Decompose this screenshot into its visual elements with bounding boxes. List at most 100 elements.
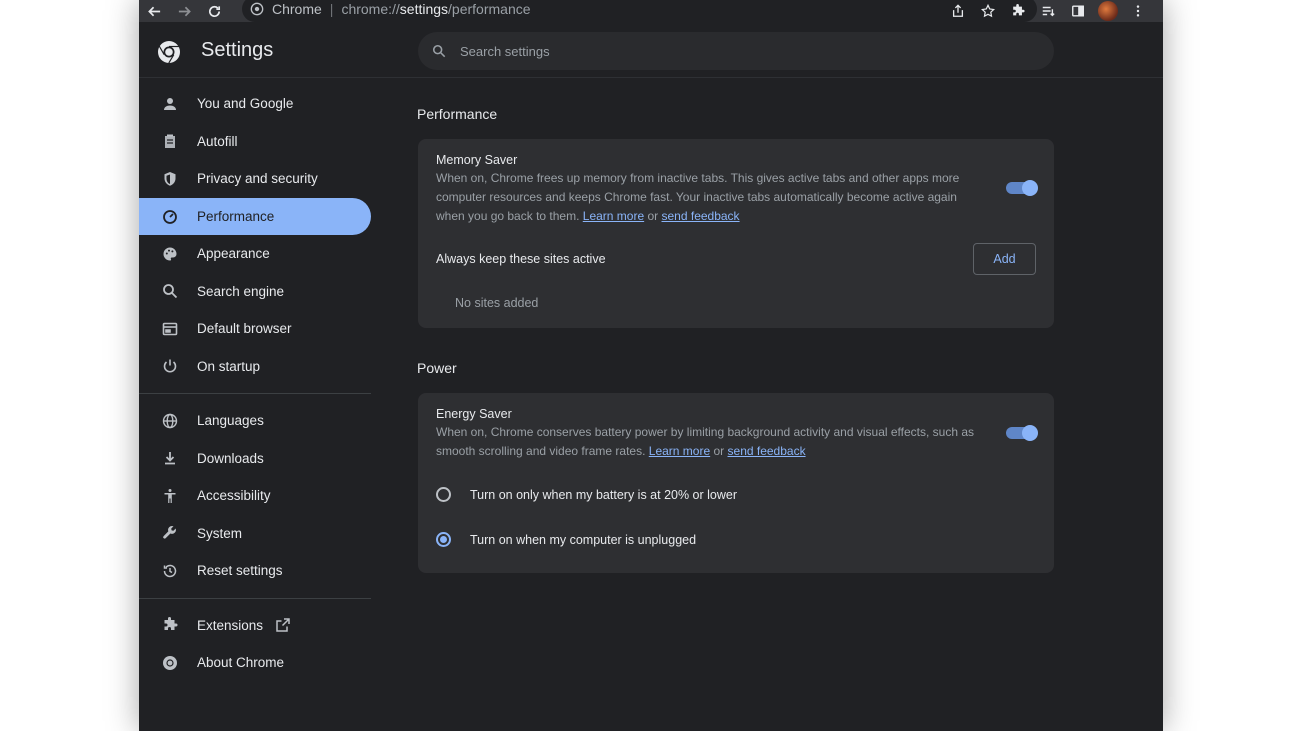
learn-more-link[interactable]: Learn more [649,444,710,458]
energy-saver-description: When on, Chrome conserves battery power … [436,423,986,461]
back-arrow-icon[interactable] [139,0,169,22]
clipboard-icon [161,132,179,150]
palette-icon [161,245,179,263]
toggle-knob [1022,425,1038,441]
external-link-icon [276,618,290,632]
search-input[interactable] [460,43,960,59]
radio-option-unplugged[interactable]: Turn on when my computer is unplugged [436,532,696,547]
sidebar-item-autofill[interactable]: Autofill [139,123,371,161]
puzzle-icon [161,616,179,634]
shield-icon [161,170,179,188]
toggle-knob [1022,180,1038,196]
sidebar-item-label: Downloads [197,450,264,466]
sidebar-item-label: Default browser [197,321,292,337]
sidebar-item-label: On startup [197,358,261,374]
sidebar-item-label: Performance [197,208,275,224]
sidebar-item-accessibility[interactable]: Accessibility [139,477,371,515]
memory-saver-description: When on, Chrome frees up memory from ina… [436,169,986,226]
sidebar-item-extensions[interactable]: Extensions [139,607,371,645]
sidebar-item-label: Privacy and security [197,171,318,187]
person-icon [161,95,179,113]
memory-saver-title: Memory Saver [436,153,518,167]
sidebar-item-reset-settings[interactable]: Reset settings [139,552,371,590]
reload-icon[interactable] [199,0,229,22]
avatar [1098,1,1118,21]
menu-icon[interactable] [1123,0,1153,22]
globe-icon [161,412,179,430]
sidebar-divider [139,597,371,599]
wrench-icon [161,524,179,542]
reading-list-icon[interactable] [1033,0,1063,22]
sidebar-item-appearance[interactable]: Appearance [139,235,371,273]
description-line: computer resources and keeps Chrome fast… [436,190,957,204]
send-feedback-link[interactable]: send feedback [728,444,806,458]
browser-window: Chrome | chrome://settings/performance S… [139,0,1163,731]
power-icon [161,357,179,375]
sidebar-item-about-chrome[interactable]: About Chrome [139,644,371,682]
sidebar-item-label: Appearance [197,246,270,262]
send-feedback-link[interactable]: send feedback [662,209,740,223]
sidebar-item-languages[interactable]: Languages [139,402,371,440]
search-box[interactable] [418,32,1054,70]
radio-button-checked[interactable] [436,532,451,547]
star-icon[interactable] [973,0,1003,22]
sidebar-item-default-browser[interactable]: Default browser [139,310,371,348]
browser-icon [161,320,179,338]
learn-more-link[interactable]: Learn more [583,209,644,223]
sidebar-item-search-engine[interactable]: Search engine [139,273,371,311]
accessibility-icon [161,487,179,505]
add-site-button[interactable]: Add [973,243,1036,275]
search-icon [432,44,446,58]
memory-saver-toggle[interactable] [1006,180,1038,196]
sidebar-item-label: About Chrome [197,655,285,671]
speedometer-icon [161,207,179,225]
description-line: smooth scrolling and video frame rates. [436,444,646,458]
sidebar-item-label: Reset settings [197,563,283,579]
side-panel-icon[interactable] [1063,0,1093,22]
address-bar[interactable]: Chrome | chrome://settings/performance [242,0,1037,22]
sidebar-item-label: You and Google [197,96,294,112]
radio-label: Turn on when my computer is unplugged [470,532,697,547]
sidebar-item-label: Languages [197,413,264,429]
sidebar-item-privacy-and-security[interactable]: Privacy and security [139,160,371,198]
sidebar-nav: You and Google Autofill Privacy and secu… [139,79,379,682]
sidebar-item-performance[interactable]: Performance [139,197,371,235]
sidebar-item-label: Search engine [197,283,285,299]
share-icon[interactable] [943,0,973,22]
sidebar-item-you-and-google[interactable]: You and Google [139,85,371,123]
radio-label: Turn on only when my battery is at 20% o… [470,487,738,502]
description-line: when you go back to them. [436,209,580,223]
sidebar-divider [139,393,371,394]
section-title-power: Power [417,360,457,376]
radio-button[interactable] [436,487,451,502]
energy-saver-toggle[interactable] [1006,425,1038,441]
energy-saver-title: Energy Saver [436,407,512,421]
radio-option-battery-20[interactable]: Turn on only when my battery is at 20% o… [436,487,737,502]
description-line: When on, Chrome frees up memory from ina… [436,171,960,185]
sidebar-item-downloads[interactable]: Downloads [139,440,371,478]
or-text: or [647,209,659,223]
url-path: /performance [448,1,531,17]
omnibox-separator: | [329,1,334,17]
performance-card: Memory Saver When on, Chrome frees up me… [418,139,1054,328]
profile-avatar[interactable] [1093,0,1123,22]
page-title: Settings [201,39,274,61]
chrome-icon [161,654,179,672]
sidebar-item-label: Extensions [197,617,264,633]
sidebar-item-label: Autofill [197,133,238,149]
no-sites-text: No sites added [455,296,539,310]
browser-toolbar: Chrome | chrome://settings/performance [139,0,1163,22]
search-icon [161,282,179,300]
or-text: or [713,444,725,458]
keep-sites-active-title: Always keep these sites active [436,252,606,266]
sidebar-item-on-startup[interactable]: On startup [139,348,371,386]
sidebar-item-label: System [197,525,243,541]
sidebar-item-system[interactable]: System [139,515,371,553]
forward-arrow-icon[interactable] [169,0,199,22]
extensions-icon[interactable] [1003,0,1033,22]
sidebar-item-label: Accessibility [197,488,271,504]
site-name: Chrome [272,1,322,17]
chrome-logo-icon [158,41,180,64]
url-host: settings [399,1,449,17]
power-card: Energy Saver When on, Chrome conserves b… [418,393,1054,573]
